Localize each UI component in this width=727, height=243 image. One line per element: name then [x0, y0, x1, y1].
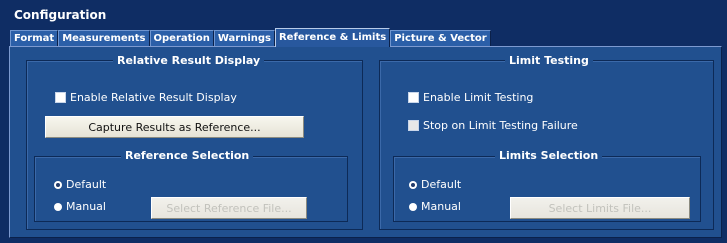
- tab-panel: Relative Result Display Enable Relative …: [9, 46, 722, 238]
- tab-measurements[interactable]: Measurements: [58, 30, 150, 47]
- reference-default-radio[interactable]: Default: [54, 178, 106, 191]
- tab-picture-vector[interactable]: Picture & Vector: [390, 30, 491, 47]
- enable-limit-testing-label: Enable Limit Testing: [423, 91, 534, 104]
- relative-result-title: Relative Result Display: [113, 54, 265, 67]
- tab-warnings[interactable]: Warnings: [213, 30, 275, 47]
- radio-dot: [54, 202, 62, 211]
- radio-dot: [409, 202, 417, 211]
- select-limits-file-button[interactable]: Select Limits File...: [510, 197, 690, 219]
- checkbox-box: [408, 92, 419, 103]
- radio-dot: [409, 180, 417, 189]
- tab-bar: Format Measurements Operation Warnings R…: [10, 28, 491, 47]
- enable-relative-label: Enable Relative Result Display: [70, 91, 237, 104]
- capture-results-button[interactable]: Capture Results as Reference...: [45, 116, 304, 138]
- reference-manual-radio[interactable]: Manual: [54, 200, 106, 213]
- stop-on-failure-checkbox[interactable]: Stop on Limit Testing Failure: [408, 119, 578, 132]
- select-reference-file-button[interactable]: Select Reference File...: [151, 197, 307, 219]
- limits-default-label: Default: [421, 178, 462, 191]
- window-title: Configuration: [14, 8, 107, 22]
- limits-default-radio[interactable]: Default: [409, 178, 461, 191]
- checkbox-box: [55, 92, 66, 103]
- limits-selection-title: Limits Selection: [495, 149, 603, 162]
- limits-manual-radio[interactable]: Manual: [409, 200, 461, 213]
- tab-operation[interactable]: Operation: [149, 30, 214, 47]
- checkbox-box: [408, 120, 419, 131]
- radio-dot: [54, 180, 62, 189]
- tab-format[interactable]: Format: [10, 30, 59, 47]
- limit-testing-title: Limit Testing: [505, 54, 593, 67]
- tab-reference-limits[interactable]: Reference & Limits: [274, 28, 391, 47]
- reference-default-label: Default: [66, 178, 107, 191]
- reference-selection-title: Reference Selection: [121, 149, 254, 162]
- window-titlebar: Configuration: [0, 0, 727, 30]
- reference-manual-label: Manual: [66, 200, 106, 213]
- enable-limit-testing-checkbox[interactable]: Enable Limit Testing: [408, 91, 533, 104]
- limits-manual-label: Manual: [421, 200, 461, 213]
- enable-relative-checkbox[interactable]: Enable Relative Result Display: [55, 91, 237, 104]
- stop-on-failure-label: Stop on Limit Testing Failure: [423, 119, 578, 132]
